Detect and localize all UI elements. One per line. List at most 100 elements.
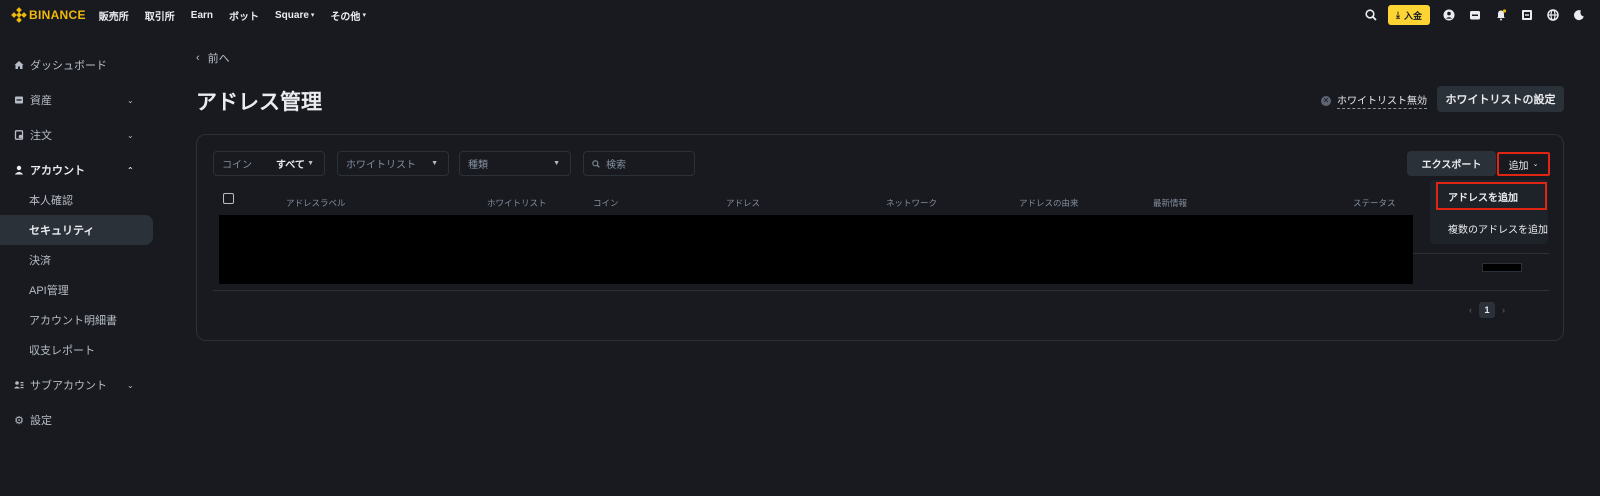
sidebar-item-label: ダッシュボード xyxy=(30,60,107,72)
sidebar-item-dashboard[interactable]: ダッシュボード xyxy=(0,50,156,80)
sidebar-item-payment[interactable]: 決済 xyxy=(0,245,156,275)
column-header: ホワイトリスト xyxy=(487,198,547,208)
type-filter[interactable]: 種類 ▼ xyxy=(459,151,571,176)
order-icon xyxy=(13,130,25,140)
search-icon[interactable] xyxy=(1358,2,1384,28)
chevron-down-icon: ⌄ xyxy=(127,95,134,105)
chevron-down-icon: ⌄ xyxy=(127,380,134,390)
binance-logo-icon xyxy=(11,7,27,23)
column-header: アドレス xyxy=(726,198,761,208)
sidebar-item-security[interactable]: セキュリティ xyxy=(0,215,153,245)
address-panel: コイン すべて ▼ ホワイトリスト ▼ 種類 ▼ 検索 エクスポート 追加 ⌄ … xyxy=(196,134,1564,341)
gear-icon: ⚙ xyxy=(14,414,24,427)
globe-icon[interactable] xyxy=(1540,2,1566,28)
type-filter-label: 種類 xyxy=(468,160,488,171)
subaccount-icon xyxy=(13,380,25,390)
redacted-table-rows xyxy=(219,215,1413,284)
add-dropdown-menu: アドレスを追加 複数のアドレスを追加 xyxy=(1430,180,1548,244)
whitelist-filter-label: ホワイトリスト xyxy=(346,160,416,171)
sidebar-item-label: 注文 xyxy=(30,130,52,142)
whitelist-status-label[interactable]: ホワイトリスト無効 xyxy=(1337,92,1427,109)
chevron-up-icon: ⌃ xyxy=(127,165,134,175)
chevron-down-icon: ⌄ xyxy=(127,130,134,140)
chevron-down-icon: ⌄ xyxy=(1532,161,1539,168)
search-input[interactable]: 検索 xyxy=(583,151,695,176)
export-button[interactable]: エクスポート xyxy=(1407,151,1496,176)
sidebar-item-label: API管理 xyxy=(29,285,69,297)
sidebar-item-pnl-report[interactable]: 収支レポート xyxy=(0,335,156,365)
sidebar-item-kyc[interactable]: 本人確認 xyxy=(0,185,156,215)
binance-logo[interactable]: BINANCE xyxy=(11,7,86,23)
coin-filter-label: コイン xyxy=(222,160,252,171)
caret-down-icon: ▼ xyxy=(431,160,438,167)
page-number[interactable]: 1 xyxy=(1479,302,1495,318)
deposit-button[interactable]: ⤓ 入金 xyxy=(1388,5,1430,25)
sidebar-item-label: 本人確認 xyxy=(29,195,73,207)
sidebar-item-subaccount[interactable]: サブアカウント ⌄ xyxy=(0,370,156,400)
column-header: 最新情報 xyxy=(1153,198,1188,208)
nav-item-bot[interactable]: ボット xyxy=(229,8,259,23)
column-header: ステータス xyxy=(1353,198,1396,208)
nav-item-sales[interactable]: 販売所 xyxy=(99,8,129,23)
page-title: アドレス管理 xyxy=(196,91,322,114)
sidebar-item-label: サブアカウント xyxy=(30,380,107,392)
redacted-status xyxy=(1482,263,1522,272)
coin-filter[interactable]: コイン すべて ▼ xyxy=(213,151,325,176)
column-header: コイン xyxy=(593,198,619,208)
add-button-label: 追加 xyxy=(1508,160,1529,172)
person-icon xyxy=(13,165,25,175)
back-link[interactable]: ‹ 前へ xyxy=(196,50,230,66)
sidebar-item-label: 資産 xyxy=(30,95,52,107)
close-circle-icon: ✕ xyxy=(1321,95,1331,106)
moon-icon[interactable] xyxy=(1566,2,1592,28)
sidebar-item-label: セキュリティ xyxy=(29,225,95,237)
next-page-icon[interactable]: › xyxy=(1502,305,1505,315)
sidebar-item-account[interactable]: アカウント ⌃ xyxy=(0,155,156,185)
home-icon xyxy=(13,60,25,70)
whitelist-filter[interactable]: ホワイトリスト ▼ xyxy=(337,151,449,176)
nav-item-exchange[interactable]: 取引所 xyxy=(145,8,175,23)
top-nav: BINANCE 販売所 取引所 Earn ボット Square ▾ その他 ▾ ⤓ 入… xyxy=(0,0,1600,30)
nav-item-square[interactable]: Square ▾ xyxy=(275,10,314,21)
search-placeholder: 検索 xyxy=(606,160,626,171)
nav-item-more[interactable]: その他 ▾ xyxy=(330,8,366,23)
row-divider xyxy=(1413,253,1549,254)
table-header: アドレスラベル ホワイトリスト コイン アドレス ネットワーク アドレスの由来 … xyxy=(213,191,1413,213)
column-header: アドレスラベル xyxy=(286,198,346,208)
add-button[interactable]: 追加 ⌄ xyxy=(1497,152,1550,176)
sidebar-item-label: 収支レポート xyxy=(29,345,95,357)
brand-name: BINANCE xyxy=(29,8,86,22)
caret-down-icon: ▼ xyxy=(553,160,560,167)
column-header: ネットワーク xyxy=(886,198,938,208)
sidebar-item-settings[interactable]: ⚙ 設定 xyxy=(0,405,156,435)
row-divider xyxy=(213,290,1549,291)
sidebar-item-api[interactable]: API管理 xyxy=(0,275,156,305)
chevron-down-icon: ▾ xyxy=(362,12,366,19)
search-icon xyxy=(592,159,600,168)
select-all-checkbox[interactable] xyxy=(223,193,234,204)
sidebar-item-orders[interactable]: 注文 ⌄ xyxy=(0,120,156,150)
sidebar-item-statement[interactable]: アカウント明細書 xyxy=(0,305,156,335)
whitelist-status: ✕ ホワイトリスト無効 xyxy=(1321,92,1427,109)
chevron-left-icon: ‹ xyxy=(196,52,200,64)
chevron-down-icon: ▾ xyxy=(310,12,315,19)
caret-down-icon: ▼ xyxy=(307,160,314,167)
add-address-item[interactable]: アドレスを追加 xyxy=(1436,182,1547,210)
add-multiple-addresses-item[interactable]: 複数のアドレスを追加 xyxy=(1436,214,1554,242)
pagination: ‹ 1 › xyxy=(1469,302,1505,318)
sidebar-item-label: アカウント明細書 xyxy=(29,315,117,327)
sidebar: ダッシュボード 資産 ⌄ 注文 ⌄ アカウント ⌃ 本人確認 セキュリティ 決済… xyxy=(0,50,156,435)
coin-filter-value: すべて xyxy=(276,160,305,171)
bell-icon[interactable] xyxy=(1488,2,1514,28)
column-header: アドレスの由来 xyxy=(1019,198,1079,208)
sidebar-item-label: 決済 xyxy=(29,255,51,267)
nav-item-earn[interactable]: Earn xyxy=(191,10,213,21)
sidebar-item-label: 設定 xyxy=(30,415,52,427)
prev-page-icon[interactable]: ‹ xyxy=(1469,305,1472,315)
download-icon: ⤓ xyxy=(1396,9,1400,20)
user-icon[interactable] xyxy=(1436,2,1462,28)
whitelist-settings-button[interactable]: ホワイトリストの設定 xyxy=(1437,86,1564,112)
sidebar-item-assets[interactable]: 資産 ⌄ xyxy=(0,85,156,115)
scan-icon[interactable] xyxy=(1514,2,1540,28)
wallet-icon[interactable] xyxy=(1462,2,1488,28)
